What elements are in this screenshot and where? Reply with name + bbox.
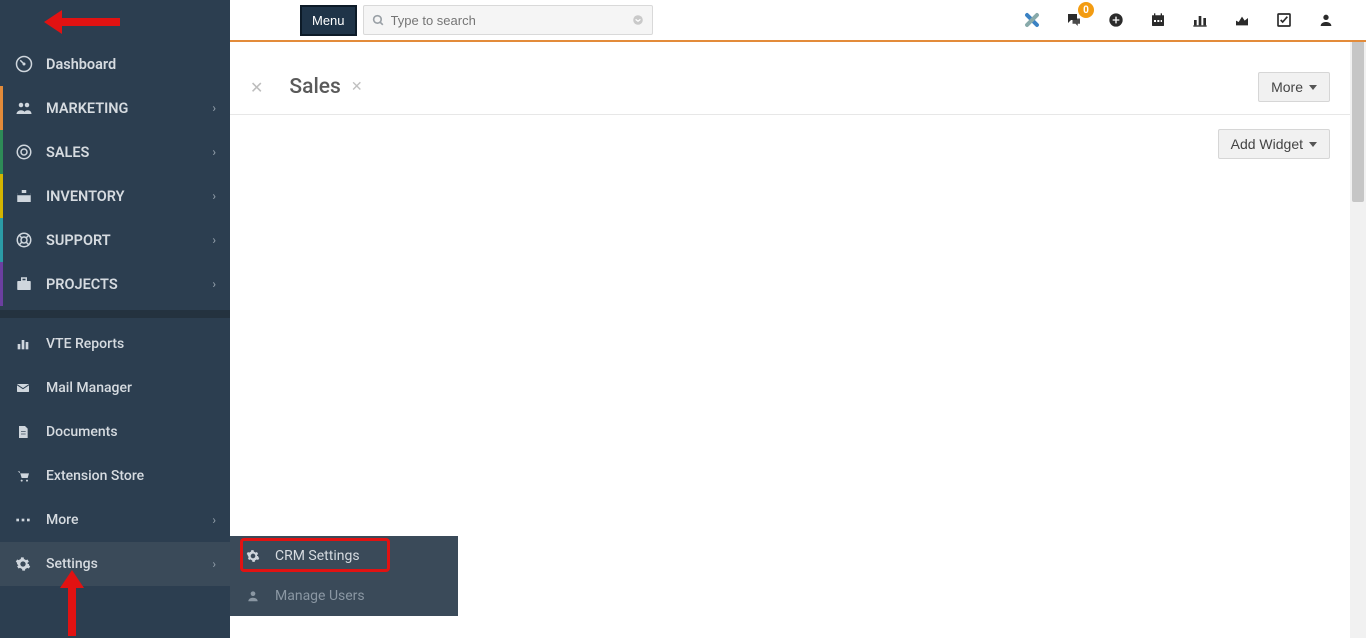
dashboard-icon	[15, 55, 37, 73]
flyout-item-crm-settings[interactable]: CRM Settings	[230, 536, 458, 576]
cart-icon	[15, 468, 37, 484]
sidebar-item-inventory[interactable]: INVENTORY ›	[0, 174, 230, 218]
caret-down-icon	[1309, 85, 1317, 90]
search-input[interactable]	[391, 13, 632, 28]
flyout-item-label: Manage Users	[275, 588, 365, 604]
sidebar-item-label: Settings	[46, 556, 98, 572]
document-icon	[15, 424, 37, 440]
user-icon	[246, 589, 266, 603]
more-button[interactable]: More	[1258, 72, 1330, 102]
menu-button[interactable]: Menu	[300, 5, 357, 36]
report-icon	[15, 336, 37, 352]
topbar-right: 0	[1022, 10, 1366, 30]
notification-badge: 0	[1078, 2, 1094, 18]
sidebar-item-vte-reports[interactable]: VTE Reports	[0, 322, 230, 366]
flyout-item-label: CRM Settings	[275, 548, 360, 564]
close-icon[interactable]: ✕	[250, 78, 263, 97]
gear-icon	[246, 549, 266, 563]
sidebar-item-label: PROJECTS	[46, 276, 118, 293]
app-logo-icon[interactable]	[1022, 10, 1042, 30]
chevron-right-icon: ›	[212, 189, 216, 203]
add-widget-button[interactable]: Add Widget	[1218, 129, 1330, 159]
add-icon[interactable]	[1106, 10, 1126, 30]
sidebar-item-label: Documents	[46, 424, 118, 440]
sidebar-item-label: Mail Manager	[46, 380, 132, 396]
content-header: ✕ Sales ✕ More	[230, 44, 1350, 115]
gear-icon	[15, 556, 37, 572]
sidebar-item-label: Dashboard	[46, 56, 116, 73]
sidebar-item-label: SALES	[46, 144, 89, 161]
global-search[interactable]	[363, 5, 653, 35]
tab-close-icon[interactable]: ✕	[351, 79, 363, 95]
sidebar-item-label: Extension Store	[46, 468, 144, 484]
mail-icon	[15, 380, 37, 396]
chevron-right-icon: ›	[212, 557, 216, 571]
add-widget-label: Add Widget	[1231, 136, 1303, 152]
sidebar-item-more[interactable]: More ›	[0, 498, 230, 542]
sidebar-divider	[0, 310, 230, 318]
sidebar-item-sales[interactable]: SALES ›	[0, 130, 230, 174]
sidebar-item-label: VTE Reports	[46, 336, 124, 352]
tab-title: Sales	[289, 75, 340, 99]
sidebar-item-support[interactable]: SUPPORT ›	[0, 218, 230, 262]
sidebar-item-mail-manager[interactable]: Mail Manager	[0, 366, 230, 410]
user-icon[interactable]	[1316, 10, 1336, 30]
chevron-right-icon: ›	[212, 101, 216, 115]
chevron-right-icon: ›	[212, 145, 216, 159]
briefcase-icon	[15, 275, 37, 293]
users-icon	[15, 99, 37, 117]
settings-flyout: CRM Settings Manage Users	[230, 536, 458, 616]
chevron-right-icon: ›	[212, 233, 216, 247]
checkbox-icon[interactable]	[1274, 10, 1294, 30]
chevron-right-icon: ›	[212, 277, 216, 291]
sidebar-item-settings[interactable]: Settings ›	[0, 542, 230, 586]
sidebar-item-label: INVENTORY	[46, 188, 125, 205]
sidebar-item-label: MARKETING	[46, 100, 128, 117]
more-icon	[15, 516, 37, 524]
lifering-icon	[15, 231, 37, 249]
sidebar: Dashboard MARKETING › SALES › INVENTORY …	[0, 0, 230, 638]
sidebar-item-projects[interactable]: PROJECTS ›	[0, 262, 230, 306]
sidebar-item-label: More	[46, 512, 79, 528]
chevron-right-icon: ›	[212, 513, 216, 527]
sidebar-item-dashboard[interactable]: Dashboard	[0, 42, 230, 86]
sidebar-item-documents[interactable]: Documents	[0, 410, 230, 454]
sidebar-item-marketing[interactable]: MARKETING ›	[0, 86, 230, 130]
conversations-icon[interactable]: 0	[1064, 10, 1084, 30]
inventory-icon	[15, 187, 37, 205]
sidebar-item-label: SUPPORT	[46, 232, 111, 249]
more-button-label: More	[1271, 79, 1303, 95]
bar-chart-icon[interactable]	[1190, 10, 1210, 30]
calendar-icon[interactable]	[1148, 10, 1168, 30]
target-icon	[15, 143, 37, 161]
search-icon	[372, 14, 385, 27]
caret-down-icon	[1309, 142, 1317, 147]
widget-toolbar: Add Widget	[230, 115, 1350, 173]
flyout-item-manage-users[interactable]: Manage Users	[230, 576, 458, 616]
area-chart-icon[interactable]	[1232, 10, 1252, 30]
sidebar-item-extension-store[interactable]: Extension Store	[0, 454, 230, 498]
scrollbar[interactable]	[1350, 0, 1366, 638]
search-chevron-down-icon[interactable]	[632, 14, 644, 26]
